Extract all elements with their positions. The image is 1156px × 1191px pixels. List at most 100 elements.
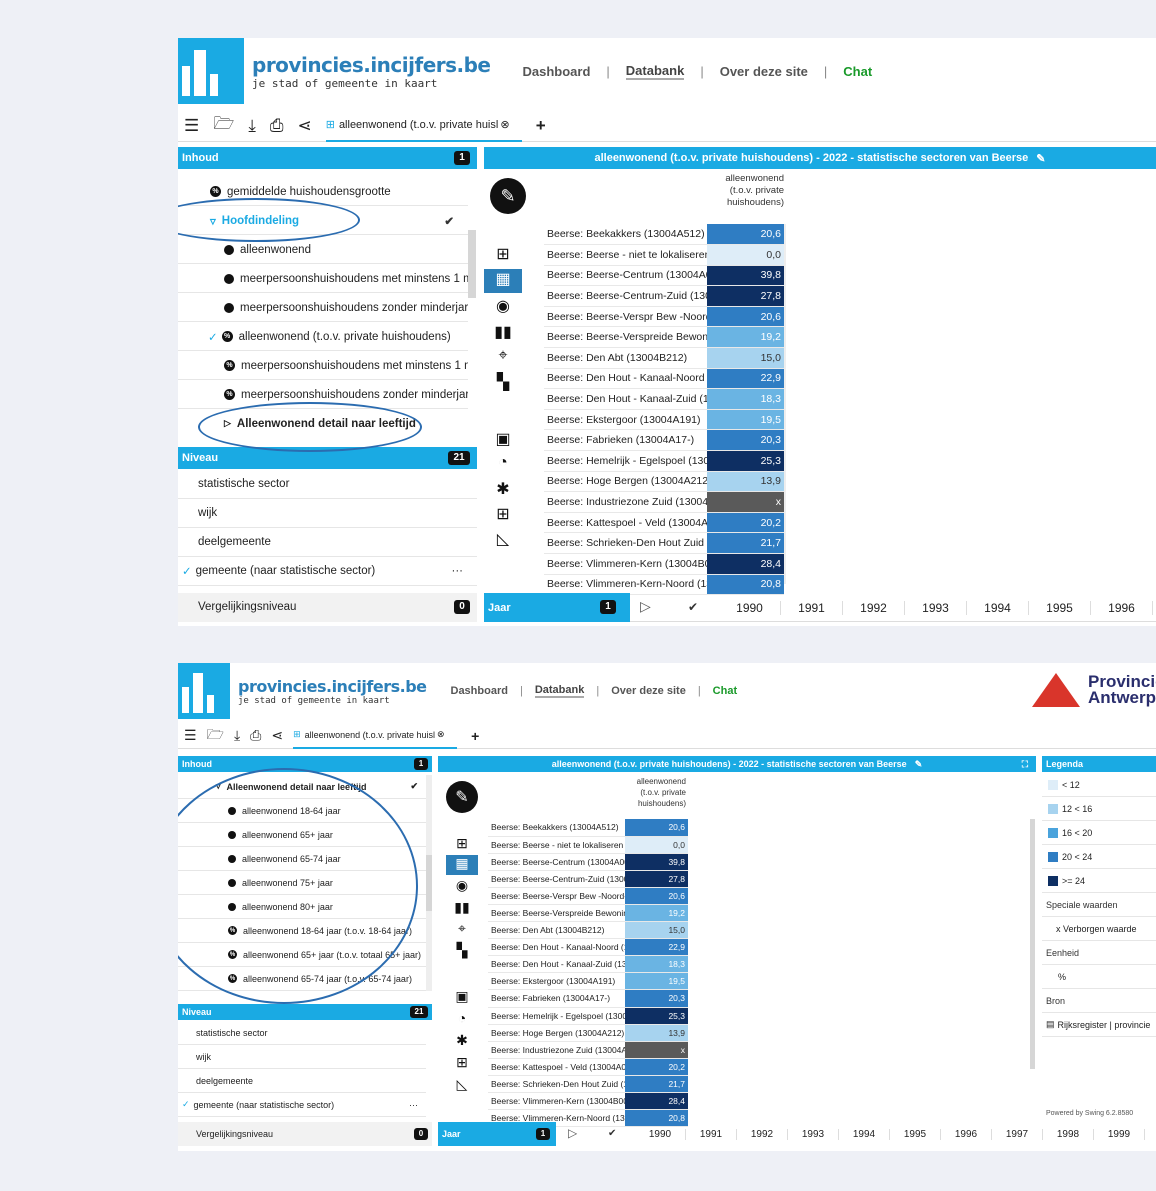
year-item[interactable]: 1992 bbox=[737, 1128, 788, 1140]
list-item[interactable]: meerpersoonshuishoudens met minstens 1 m… bbox=[178, 265, 468, 293]
treemap-icon[interactable]: ▚ bbox=[484, 372, 522, 394]
table-row[interactable]: Beerse: Beerse-Verspreide Bewoning ...19… bbox=[544, 326, 784, 349]
check-all-icon[interactable]: ✔ bbox=[410, 781, 418, 792]
folder-icon[interactable]: 🗁 bbox=[207, 724, 224, 748]
settings-icon[interactable]: ✱ bbox=[446, 1032, 478, 1050]
legend-special-value[interactable]: x Verborgen waarde bbox=[1042, 917, 1156, 941]
treemap-icon[interactable]: ▚ bbox=[446, 942, 478, 960]
table-row[interactable]: Beerse: Beerse-Centrum (13004A001)39,8 bbox=[544, 265, 784, 287]
table-row[interactable]: Beerse: Industriezone Zuid (13004A0...x bbox=[544, 491, 784, 513]
close-icon[interactable]: ⊗ bbox=[500, 118, 509, 131]
legend-source[interactable]: ▤ Rijksregister | provincie bbox=[1042, 1013, 1156, 1037]
list-item[interactable]: ▷ Alleenwonend detail naar leeftijd bbox=[178, 410, 468, 436]
year-item[interactable]: 1990 bbox=[635, 1128, 686, 1140]
table-view-icon[interactable]: ⊞ bbox=[446, 835, 478, 853]
legend-class[interactable]: < 12 bbox=[1042, 773, 1156, 797]
list-item[interactable]: statistische sector bbox=[178, 470, 477, 499]
list-item[interactable]: alleenwonend bbox=[178, 236, 468, 264]
table-row[interactable]: Beerse: Hemelrijk - Egelspoel (13004...2… bbox=[544, 450, 784, 472]
year-item[interactable]: 1999 bbox=[1094, 1128, 1145, 1140]
play-icon[interactable]: ▷ bbox=[640, 598, 651, 615]
nav-chat[interactable]: Chat bbox=[713, 685, 737, 697]
list-item[interactable]: wijk bbox=[178, 499, 477, 528]
table-row[interactable]: Beerse: Hoge Bergen (13004A212) 13,9 bbox=[544, 471, 784, 493]
check-all-icon[interactable]: ✔ bbox=[444, 214, 454, 228]
site-logo[interactable] bbox=[178, 663, 230, 719]
table-row[interactable]: Beerse: Kattespoel - Veld (13004A010)20,… bbox=[544, 512, 784, 534]
year-item[interactable]: 1991 bbox=[686, 1128, 737, 1140]
folder-icon[interactable]: 🗁 bbox=[213, 111, 234, 140]
year-item[interactable]: 1996 bbox=[941, 1128, 992, 1140]
year-item[interactable]: 1995 bbox=[1029, 600, 1091, 615]
nav-dashboard[interactable]: Dashboard bbox=[451, 685, 508, 697]
list-item[interactable]: alleenwonend 65+ jaar bbox=[178, 823, 426, 847]
table-row[interactable]: Beerse: Beerse-Centrum-Zuid (13004...27,… bbox=[544, 285, 784, 307]
more-icon[interactable]: ··· bbox=[409, 1100, 418, 1110]
year-item[interactable]: 1993 bbox=[788, 1128, 839, 1140]
list-item[interactable]: alleenwonend 75+ jaar bbox=[178, 871, 426, 895]
list-item[interactable]: deelgemeente bbox=[178, 1069, 426, 1093]
site-title[interactable]: provincies.incijfers.be bbox=[252, 53, 491, 77]
nav-databank[interactable]: Databank bbox=[625, 63, 685, 80]
table-row[interactable]: Beerse: Hoge Bergen (13004A212) 13,9 bbox=[488, 1024, 688, 1042]
inhoud-scrollbar[interactable] bbox=[468, 230, 476, 298]
table-row[interactable]: Beerse: Den Hout - Kanaal-Zuid (130...18… bbox=[488, 955, 688, 974]
crosshair-icon[interactable]: ⌖ bbox=[446, 920, 478, 938]
crosshair-icon[interactable]: ⌖ bbox=[484, 347, 522, 369]
share-icon[interactable]: ⋖ bbox=[297, 116, 311, 136]
download-icon[interactable]: ⤓ bbox=[248, 116, 256, 136]
year-item[interactable]: 1990 bbox=[719, 600, 781, 615]
table-row[interactable]: Beerse: Beerse-Centrum (13004A001)39,8 bbox=[488, 853, 688, 871]
table-row[interactable]: Beerse: Beerse-Verspr Bew -Noord-O...20,… bbox=[544, 306, 784, 328]
table-row[interactable]: Beerse: Beerse - niet te lokaliseren (1.… bbox=[544, 244, 784, 266]
check-all-icon[interactable]: ✔ bbox=[688, 600, 698, 614]
list-item[interactable]: statistische sector bbox=[178, 1021, 426, 1045]
table-row[interactable]: Beerse: Beerse-Verspreide Bewoning ...19… bbox=[488, 904, 688, 923]
list-item[interactable]: wijk bbox=[178, 1045, 426, 1069]
table-scrollbar[interactable] bbox=[784, 224, 786, 584]
inhoud-header[interactable]: Inhoud bbox=[178, 147, 477, 169]
year-item[interactable]: 1993 bbox=[905, 600, 967, 615]
niveau-header[interactable]: Niveau bbox=[178, 1004, 432, 1020]
table-row[interactable]: Beerse: Den Hout - Kanaal-Noord (13...22… bbox=[544, 368, 784, 390]
edit-pencil-button[interactable]: ✎ bbox=[490, 178, 526, 214]
legend-class[interactable]: >= 24 bbox=[1042, 869, 1156, 893]
ruler-icon[interactable]: ◺ bbox=[484, 529, 522, 551]
list-item[interactable]: % alleenwonend 65-74 jaar (t.o.v. 65-74 j… bbox=[178, 967, 426, 991]
image-icon[interactable]: ▣ bbox=[446, 988, 478, 1006]
legend-class[interactable]: 12 < 16 bbox=[1042, 797, 1156, 821]
settings-icon[interactable]: ✱ bbox=[484, 479, 522, 501]
table-row[interactable]: Beerse: Schrieken-Den Hout Zuid (13...21… bbox=[488, 1075, 688, 1094]
list-item[interactable]: ▿ Hoofdindeling ✔ bbox=[178, 207, 468, 235]
table-row[interactable]: Beerse: Beekakkers (13004A512) 20,6 bbox=[488, 819, 688, 837]
list-item[interactable]: alleenwonend 65-74 jaar bbox=[178, 847, 426, 871]
list-item[interactable]: % alleenwonend 18-64 jaar (t.o.v. 18-64 j… bbox=[178, 919, 426, 943]
tab-alleenwonend[interactable]: ⊞ alleenwonend (t.o.v. private huisl ⊗ bbox=[293, 723, 458, 749]
pencil-icon[interactable]: ✎ bbox=[1036, 152, 1045, 165]
nav-over[interactable]: Over deze site bbox=[611, 685, 686, 697]
close-icon[interactable]: ⊗ bbox=[437, 729, 445, 740]
year-item[interactable]: 1996 bbox=[1091, 600, 1153, 615]
bar-chart-icon[interactable]: ▮▮ bbox=[484, 322, 522, 344]
more-icon[interactable]: ··· bbox=[452, 565, 464, 577]
table-row[interactable]: Beerse: Beekakkers (13004A512) 20,6 bbox=[544, 224, 784, 246]
download-icon[interactable]: ⤓ bbox=[234, 727, 240, 744]
legend-class[interactable]: 16 < 20 bbox=[1042, 821, 1156, 845]
table-row[interactable]: Beerse: Vlimmeren-Kern (13004B001)28,4 bbox=[488, 1092, 688, 1111]
menu-icon[interactable]: ☰ bbox=[184, 727, 197, 744]
table-row[interactable]: Beerse: Beerse - niet te lokaliseren (1.… bbox=[488, 836, 688, 854]
grid-icon[interactable]: ⊞ bbox=[484, 504, 522, 526]
year-item[interactable]: 1997 bbox=[992, 1128, 1043, 1140]
print-icon[interactable]: ⎙ bbox=[270, 116, 284, 136]
list-item[interactable]: % meerpersoonshuishoudens met minstens 1 … bbox=[178, 352, 468, 380]
table-row[interactable]: Beerse: Schrieken-Den Hout Zuid (13...21… bbox=[544, 532, 784, 554]
list-item[interactable]: % alleenwonend 65+ jaar (t.o.v. totaal 65… bbox=[178, 943, 426, 967]
add-tab-button[interactable]: + bbox=[471, 728, 479, 744]
column-header[interactable]: alleenwonend (t.o.v. private huishoudens… bbox=[624, 776, 686, 809]
table-row[interactable]: Beerse: Ekstergoor (13004A191) 19,5 bbox=[544, 409, 784, 431]
list-item[interactable]: ▿ Alleenwonend detail naar leeftijd ✔ bbox=[178, 775, 426, 799]
palette-icon[interactable]: ◔ bbox=[484, 454, 522, 476]
table-row[interactable]: Beerse: Vlimmeren-Kern-Noord (130...20,8 bbox=[544, 574, 784, 596]
play-icon[interactable]: ▷ bbox=[568, 1126, 577, 1140]
year-item[interactable]: 1998 bbox=[1043, 1128, 1094, 1140]
